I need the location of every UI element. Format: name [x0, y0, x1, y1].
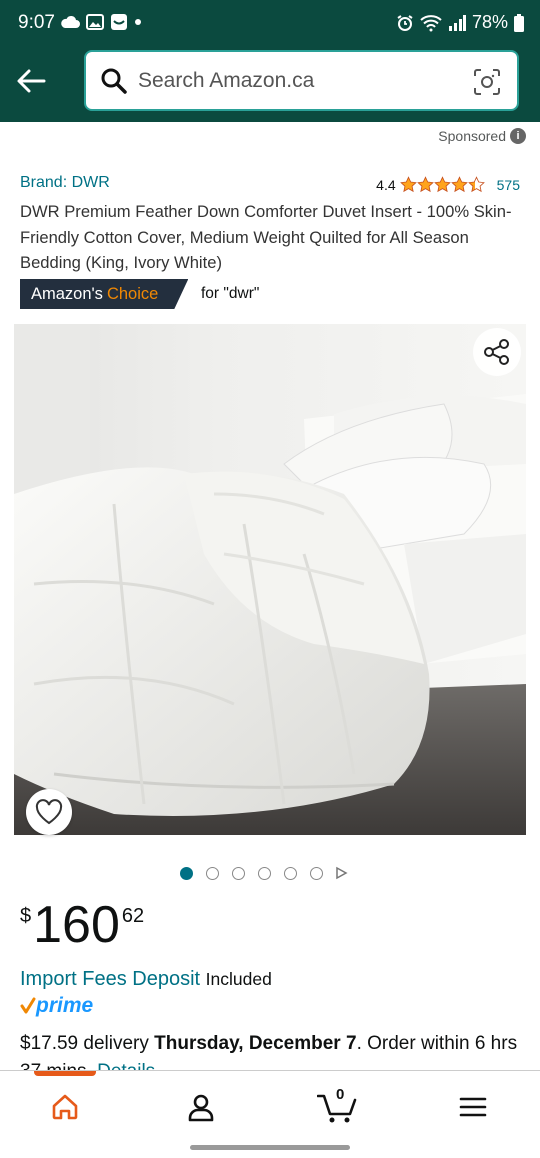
cart-count: 0	[336, 1086, 345, 1103]
import-fees-link[interactable]: Import Fees Deposit	[20, 968, 200, 990]
carousel-dot[interactable]	[310, 866, 323, 880]
search-bar[interactable]	[84, 50, 519, 111]
delivery-price: $17.59 delivery	[20, 1033, 149, 1054]
status-bar: 9:07 78%	[0, 0, 540, 46]
back-button[interactable]	[14, 64, 50, 100]
back-arrow-icon	[17, 69, 46, 93]
star-icon	[416, 176, 434, 193]
dot-icon	[135, 19, 141, 25]
image-carousel-dots[interactable]	[180, 866, 348, 880]
camera-search-icon[interactable]	[473, 68, 501, 96]
wifi-icon	[420, 14, 442, 31]
sponsored-text: Sponsored	[438, 128, 506, 144]
carousel-dot[interactable]	[258, 866, 271, 880]
prime-check-icon	[20, 997, 36, 1014]
battery-icon	[514, 13, 524, 32]
delivery-info: $17.59 delivery Thursday, December 7. Or…	[20, 1030, 525, 1070]
play-video-icon[interactable]	[334, 866, 348, 880]
bottom-nav	[0, 1070, 540, 1140]
status-time: 9:07	[18, 12, 55, 33]
prime-badge: prime	[20, 994, 93, 1018]
price-symbol: $	[20, 905, 32, 927]
product-photo	[14, 324, 526, 835]
hamburger-menu-icon	[459, 1097, 487, 1117]
share-icon	[484, 339, 509, 365]
carousel-dot[interactable]	[232, 866, 245, 880]
search-input[interactable]	[138, 52, 458, 109]
product-title[interactable]: DWR Premium Feather Down Comforter Duvet…	[20, 199, 520, 276]
share-button[interactable]	[473, 328, 521, 376]
status-left-icons	[60, 13, 142, 31]
alarm-icon	[397, 14, 413, 31]
amazons-choice-badge: Amazon's Choice	[20, 279, 188, 309]
badge-highlight: Choice	[106, 284, 159, 303]
delivery-details-link[interactable]: Details	[97, 1061, 155, 1070]
delivery-order: . Order	[356, 1033, 416, 1054]
header	[0, 46, 540, 122]
delivery-clip: $17.59 delivery Thursday, December 7. Or…	[0, 1030, 540, 1070]
wishlist-button[interactable]	[26, 789, 72, 835]
status-right: 78%	[396, 12, 524, 33]
badge-for-query: for "dwr"	[201, 285, 260, 302]
nav-account[interactable]	[181, 1087, 221, 1127]
price-whole: 160	[33, 896, 120, 954]
brand-link[interactable]: Brand: DWR	[20, 174, 110, 192]
search-icon	[101, 68, 127, 94]
star-icon	[433, 176, 451, 193]
gallery-icon	[86, 14, 104, 30]
product-image[interactable]	[14, 324, 526, 835]
heart-icon	[35, 799, 63, 825]
rating-summary[interactable]: 4.4 575	[376, 176, 520, 193]
nav-home[interactable]	[45, 1087, 85, 1127]
person-icon	[188, 1094, 214, 1122]
signal-icon	[448, 14, 466, 31]
star-rating	[399, 176, 485, 193]
cloud-icon	[61, 15, 80, 28]
review-count[interactable]: 575	[497, 177, 520, 193]
carousel-dot[interactable]	[206, 866, 219, 880]
gesture-bar	[190, 1145, 350, 1150]
price: $ 160 62	[20, 897, 144, 953]
info-icon: i	[510, 128, 526, 144]
badge-prefix: Amazon's	[31, 284, 103, 303]
star-icon	[450, 176, 468, 193]
battery-percent: 78%	[471, 12, 508, 32]
amazon-notif-icon	[111, 14, 127, 30]
import-fees-status: Included	[205, 969, 272, 989]
carousel-dot[interactable]	[180, 866, 193, 880]
home-icon	[52, 1094, 78, 1120]
nav-menu[interactable]	[453, 1087, 493, 1127]
sponsored-label[interactable]: Sponsored i	[438, 128, 526, 144]
carousel-dot[interactable]	[284, 866, 297, 880]
star-icon	[399, 176, 417, 193]
price-fraction: 62	[121, 905, 145, 927]
import-fees: Import Fees Deposit Included	[20, 968, 272, 991]
active-tab-indicator	[34, 1071, 96, 1076]
delivery-date: Thursday, December 7	[154, 1033, 357, 1054]
prime-label: prime	[36, 994, 94, 1017]
rating-value: 4.4	[376, 176, 396, 193]
star-icon	[467, 176, 485, 193]
